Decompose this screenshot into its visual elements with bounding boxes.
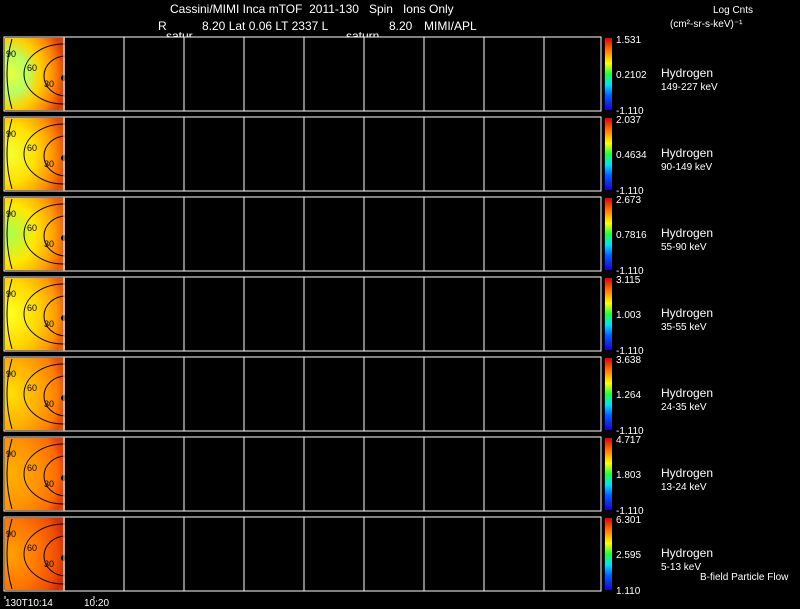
energy-label: 35-55 keV bbox=[661, 322, 707, 333]
contour-label: 60 bbox=[27, 63, 37, 73]
panel-4: 90 60 30 bbox=[3, 276, 612, 352]
contour-label: 30 bbox=[44, 559, 54, 569]
species-label: Hydrogen bbox=[661, 306, 714, 320]
colorbar bbox=[605, 278, 612, 350]
colorbar-mid: 1.003 bbox=[616, 310, 642, 321]
panel-frame bbox=[3, 196, 602, 272]
colorbar-max: 2.673 bbox=[616, 195, 642, 206]
contour-label: 30 bbox=[44, 319, 54, 329]
panel-2: 90 60 30 bbox=[3, 116, 612, 192]
colorbar bbox=[605, 118, 612, 190]
panel-6: 90 60 30 bbox=[3, 436, 612, 512]
contour-label: 60 bbox=[27, 223, 37, 233]
colorbar-min: 1.110 bbox=[616, 586, 641, 597]
panel-frame bbox=[3, 516, 602, 592]
colorbar-max: 4.717 bbox=[616, 435, 642, 446]
colorbar bbox=[605, 38, 612, 110]
contour-label: 30 bbox=[44, 399, 54, 409]
energy-label: 13-24 keV bbox=[661, 482, 707, 493]
contour-label: 30 bbox=[44, 79, 54, 89]
contour-label: 90 bbox=[6, 449, 16, 459]
contour-label: 30 bbox=[44, 479, 54, 489]
contour-label: 60 bbox=[27, 543, 37, 553]
colorbar-max: 3.638 bbox=[616, 355, 642, 366]
contour-label: 90 bbox=[6, 49, 16, 59]
panel-1: 90 60 30 bbox=[3, 36, 612, 112]
contour-label: 60 bbox=[27, 383, 37, 393]
species-label: Hydrogen bbox=[661, 466, 714, 480]
colorbar-mid: 0.2102 bbox=[616, 70, 647, 81]
contour-label: 60 bbox=[27, 143, 37, 153]
colorbar-mid: 0.4634 bbox=[616, 150, 647, 161]
panel-5: 90 60 30 bbox=[3, 356, 612, 432]
panel-frame bbox=[3, 36, 602, 112]
colorbar-mid: 1.803 bbox=[616, 470, 642, 481]
contour-label: 90 bbox=[6, 529, 16, 539]
panel-frame bbox=[3, 276, 602, 352]
energy-label: 5-13 keV bbox=[661, 562, 702, 573]
contour-label: 60 bbox=[27, 463, 37, 473]
energy-label: 149-227 keV bbox=[661, 82, 718, 93]
energy-label: 90-149 keV bbox=[661, 162, 713, 173]
species-label: Hydrogen bbox=[661, 546, 714, 560]
species-label: Hydrogen bbox=[661, 386, 714, 400]
contour-label: 90 bbox=[6, 289, 16, 299]
colorbar-max: 3.115 bbox=[616, 275, 641, 286]
time-label-end: 10:20 bbox=[84, 598, 110, 609]
colorbar bbox=[605, 518, 612, 590]
colorbar-max: 1.531 bbox=[616, 35, 642, 46]
panel-frame bbox=[3, 436, 602, 512]
colorbar-max: 2.037 bbox=[616, 115, 642, 126]
colorbar bbox=[605, 358, 612, 430]
panel-3: 90 60 30 bbox=[3, 196, 612, 272]
contour-label: 90 bbox=[6, 369, 16, 379]
contour-label: 90 bbox=[6, 209, 16, 219]
species-label: Hydrogen bbox=[661, 226, 714, 240]
flow-label: B-field Particle Flow bbox=[700, 572, 789, 583]
contour-label: 60 bbox=[27, 303, 37, 313]
colorbar-mid: 2.595 bbox=[616, 550, 642, 561]
colorbar bbox=[605, 198, 612, 270]
panel-7: 90 60 30 bbox=[3, 516, 612, 592]
colorbar-mid: 1.264 bbox=[616, 390, 642, 401]
energy-label: 55-90 keV bbox=[661, 242, 707, 253]
contour-label: 30 bbox=[44, 159, 54, 169]
panel-frame bbox=[3, 116, 602, 192]
time-label-start: 130T10:14 bbox=[5, 598, 53, 609]
panel-frame bbox=[3, 356, 602, 432]
colorbar-max: 6.301 bbox=[616, 515, 642, 526]
species-label: Hydrogen bbox=[661, 66, 714, 80]
contour-label: 30 bbox=[44, 239, 54, 249]
species-label: Hydrogen bbox=[661, 146, 714, 160]
colorbar-mid: 0.7816 bbox=[616, 230, 647, 241]
energy-label: 24-35 keV bbox=[661, 402, 707, 413]
contour-label: 90 bbox=[6, 129, 16, 139]
colorbar bbox=[605, 438, 612, 510]
